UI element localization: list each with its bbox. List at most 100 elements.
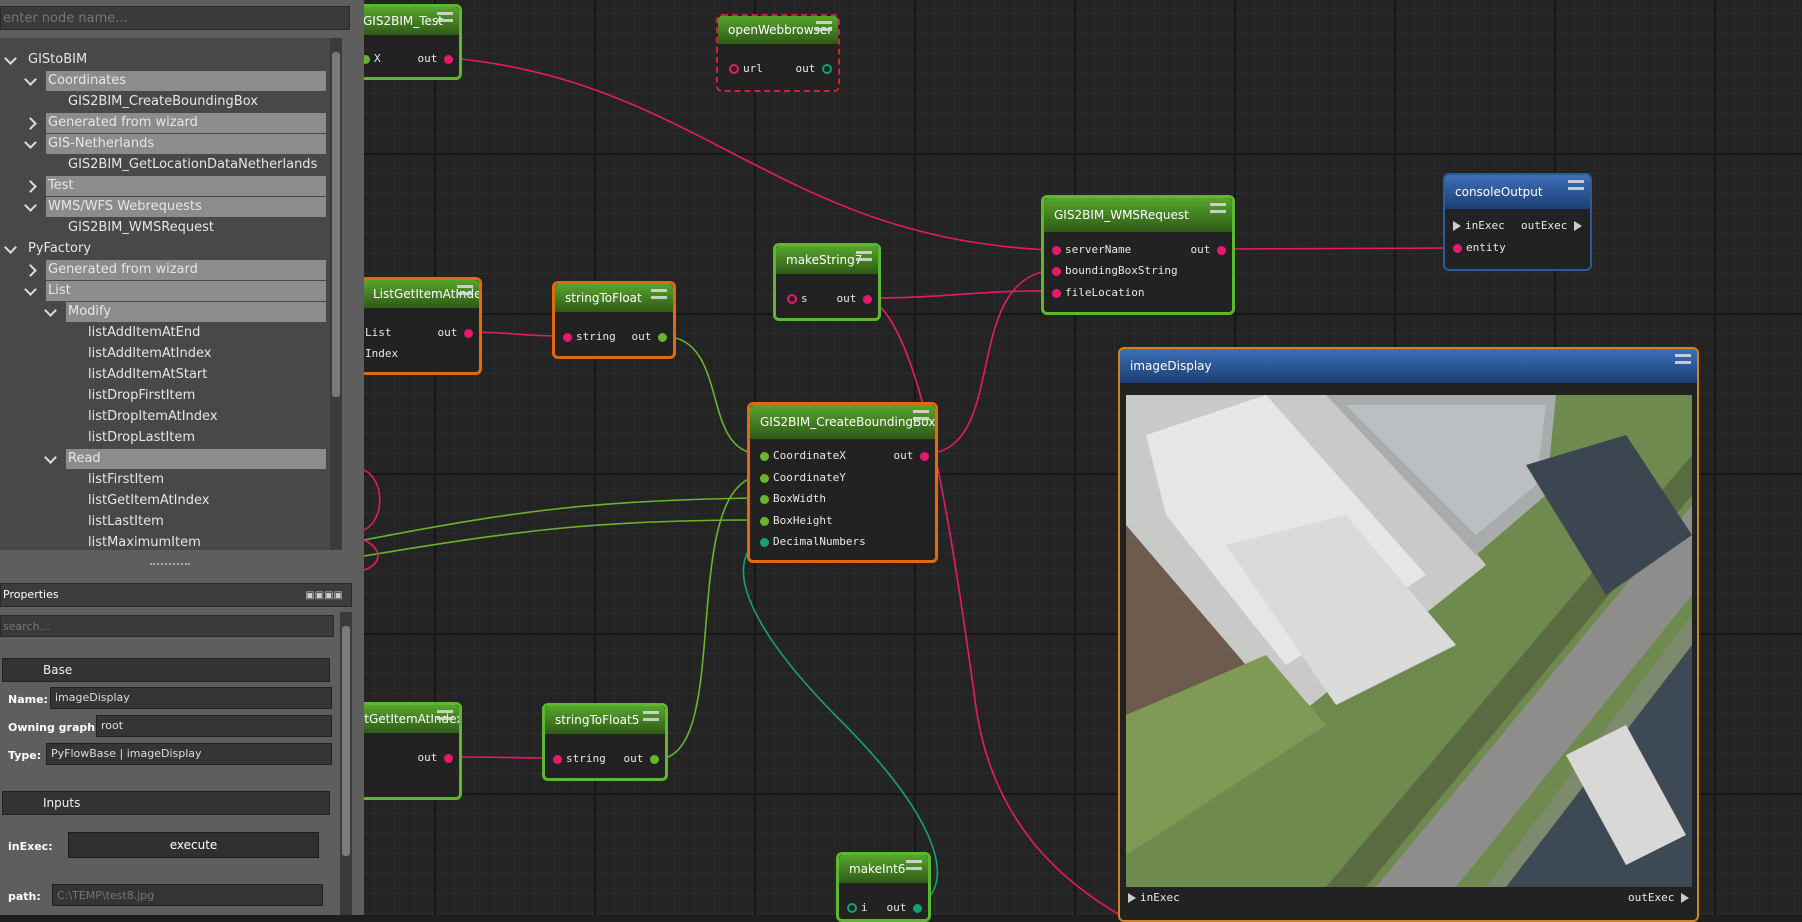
node-console-output[interactable]: consoleOutput inExec outExec entity [1443, 173, 1592, 271]
tree-item[interactable]: listAddItemAtStart [86, 365, 207, 385]
pin-out[interactable]: out [837, 292, 872, 305]
tree-item[interactable]: GIS2BIM_CreateBoundingBox [66, 92, 258, 112]
node-open-webbrowser[interactable]: openWebbrowser url out [716, 14, 840, 92]
section-base[interactable]: Base [2, 658, 330, 682]
drag-grip-icon[interactable] [1568, 180, 1584, 190]
node-gis2bim-wms-request[interactable]: GIS2BIM_WMSRequest serverName boundingBo… [1041, 195, 1235, 315]
name-field[interactable]: imageDisplay [50, 687, 332, 709]
node-search-input[interactable] [0, 6, 350, 30]
tree-item[interactable]: listMaximumItem [86, 533, 201, 550]
tree-item[interactable]: GIS-Netherlands [46, 134, 326, 154]
tree-item[interactable]: Coordinates [46, 71, 326, 91]
collapse-arrow-icon[interactable] [24, 283, 37, 296]
splitter-handle[interactable] [150, 563, 190, 565]
tree-item[interactable]: PyFactory [26, 239, 91, 259]
pin-box-height[interactable]: BoxHeight [760, 514, 833, 527]
pin-label: CoordinateY [773, 471, 846, 484]
drag-grip-icon[interactable] [1675, 354, 1691, 364]
pin-decimal-numbers[interactable]: DecimalNumbers [760, 535, 866, 548]
pin-out[interactable]: out [418, 751, 453, 764]
collapse-arrow-icon[interactable] [4, 52, 17, 65]
panel-options-icon[interactable]: ▣▣▣▣ [305, 590, 343, 601]
pin-file-location[interactable]: fileLocation [1052, 286, 1144, 299]
node-make-string7[interactable]: makeString7 s out [773, 243, 881, 321]
drag-grip-icon[interactable] [913, 410, 929, 420]
execute-button[interactable]: execute [68, 832, 319, 858]
tree-item[interactable]: Generated from wizard [46, 113, 326, 133]
pin-out-exec[interactable]: outExec [1628, 891, 1689, 904]
pin-out[interactable]: out [887, 901, 922, 914]
collapse-arrow-icon[interactable] [44, 304, 57, 317]
pin-out[interactable]: out [418, 52, 453, 65]
tree-item[interactable]: GIS2BIM_GetLocationDataNetherlands [66, 155, 317, 175]
node-make-int6[interactable]: makeInt6 i out [836, 852, 931, 922]
tree-item[interactable]: List [46, 281, 326, 301]
tree-scrollbar-thumb[interactable] [332, 52, 340, 397]
tree-item[interactable]: listDropFirstItem [86, 386, 195, 406]
tree-item[interactable]: listLastItem [86, 512, 164, 532]
tree-item[interactable]: listDropLastItem [86, 428, 195, 448]
drag-grip-icon[interactable] [643, 711, 659, 721]
pin-out[interactable]: out [894, 449, 929, 462]
node-string-to-float5[interactable]: stringToFloat5 string out [542, 703, 668, 781]
path-field[interactable] [52, 884, 323, 906]
expand-arrow-icon[interactable] [24, 117, 37, 130]
tree-item[interactable]: listGetItemAtIndex [86, 491, 209, 511]
pin-coordinate-x[interactable]: CoordinateX [760, 449, 846, 462]
collapse-arrow-icon[interactable] [24, 136, 37, 149]
tree-item[interactable]: Modify [66, 302, 326, 322]
pin-entity[interactable]: entity [1453, 241, 1506, 254]
pin-url[interactable]: url [729, 62, 763, 75]
pin-string[interactable]: string [553, 752, 606, 765]
pin-coordinate-y[interactable]: CoordinateY [760, 471, 846, 484]
collapse-arrow-icon[interactable] [44, 451, 57, 464]
tree-item[interactable]: Test [46, 176, 326, 196]
collapse-arrow-icon[interactable] [4, 241, 17, 254]
pin-out[interactable]: out [796, 62, 832, 75]
properties-scrollbar-thumb[interactable] [342, 626, 350, 856]
owning-graph-field[interactable]: root [96, 715, 332, 737]
properties-search-input[interactable] [0, 615, 334, 637]
pin-out[interactable]: out [624, 752, 659, 765]
pin-in-exec[interactable]: inExec [1128, 891, 1180, 904]
node-gis2bim-create-bounding-box[interactable]: GIS2BIM_CreateBoundingBox CoordinateX Co… [747, 402, 938, 563]
pin-in-exec[interactable]: inExec [1453, 219, 1505, 232]
drag-grip-icon[interactable] [457, 285, 473, 295]
tree-item[interactable]: listDropItemAtIndex [86, 407, 218, 427]
drag-grip-icon[interactable] [651, 289, 667, 299]
section-inputs[interactable]: Inputs [2, 791, 330, 815]
pin-out[interactable]: out [438, 326, 473, 339]
drag-grip-icon[interactable] [816, 21, 832, 31]
tree-item[interactable]: GIStoBIM [26, 50, 87, 70]
pin-s[interactable]: s [787, 292, 808, 305]
collapse-arrow-icon[interactable] [24, 73, 37, 86]
tree-item[interactable]: listFirstItem [86, 470, 164, 490]
pin-bounding-box-string[interactable]: boundingBoxString [1052, 264, 1178, 277]
expand-arrow-icon[interactable] [24, 264, 37, 277]
tree-item[interactable]: WMS/WFS Webrequests [46, 197, 326, 217]
expand-arrow-icon[interactable] [24, 180, 37, 193]
node-gis2bim-test[interactable]: GIS2BIM_Test X out [350, 4, 462, 80]
pin-box-width[interactable]: BoxWidth [760, 492, 826, 505]
node-image-display[interactable]: imageDisplay inExec outExec [1118, 347, 1699, 922]
drag-grip-icon[interactable] [437, 12, 453, 22]
tree-item[interactable]: GIS2BIM_WMSRequest [66, 218, 214, 238]
collapse-arrow-icon[interactable] [24, 199, 37, 212]
pin-string[interactable]: string [563, 330, 616, 343]
pin-i[interactable]: i [847, 901, 868, 914]
pin-out-exec[interactable]: outExec [1521, 219, 1582, 232]
drag-grip-icon[interactable] [906, 860, 922, 870]
pin-index[interactable]: Index [365, 347, 398, 360]
tree-item[interactable]: Read [66, 449, 326, 469]
pin-out[interactable]: out [632, 330, 667, 343]
drag-grip-icon[interactable] [1210, 203, 1226, 213]
tree-item[interactable]: listAddItemAtEnd [86, 323, 200, 343]
drag-grip-icon[interactable] [437, 710, 453, 720]
tree-item[interactable]: listAddItemAtIndex [86, 344, 211, 364]
drag-grip-icon[interactable] [856, 251, 872, 261]
pin-server-name[interactable]: serverName [1052, 243, 1131, 256]
tree-item[interactable]: Generated from wizard [46, 260, 326, 280]
pin-list[interactable]: List [365, 326, 392, 339]
node-string-to-float[interactable]: stringToFloat string out [552, 281, 676, 359]
pin-out[interactable]: out [1191, 243, 1226, 256]
